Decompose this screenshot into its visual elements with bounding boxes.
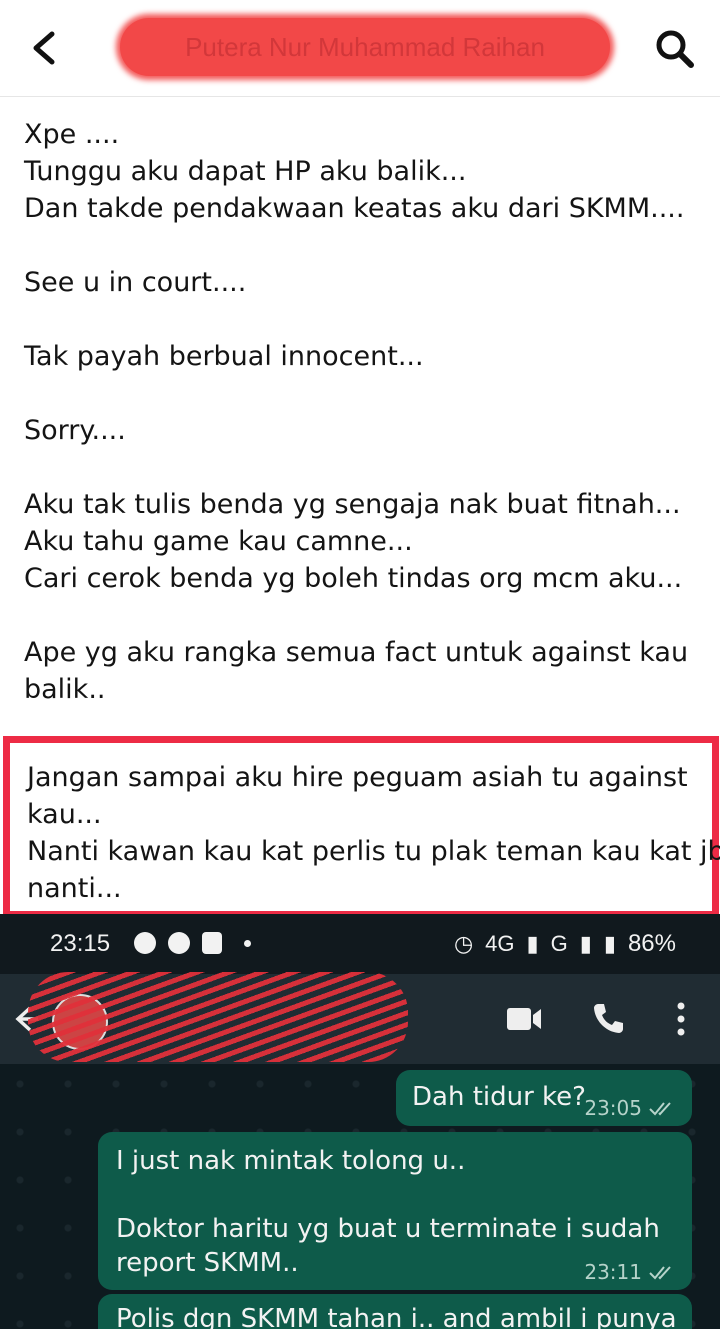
messenger-icon (134, 932, 156, 954)
battery-percent: 86% (627, 930, 676, 957)
message-time: 23:11 (584, 1260, 642, 1284)
post-line: Dan takde pendakwaan keatas aku dari SKM… (24, 193, 685, 224)
post-line: balik.. (24, 674, 106, 705)
post-paragraph: Aku tak tulis benda yg sengaja nak buat … (24, 486, 696, 597)
post-paragraph: See u in court.... (24, 264, 696, 301)
double-check-icon (649, 1266, 671, 1280)
signal-icon: ▮ (526, 931, 539, 956)
message-bubble[interactable]: Polis dgn SKMM tahan i.. and ambil i pun… (98, 1294, 692, 1329)
more-vert-icon[interactable] (674, 1000, 688, 1038)
post-line: Ape yg aku rangka semua fact untuk again… (24, 637, 689, 668)
post-line: Nanti kawan kau kat perlis tu plak teman… (27, 836, 720, 867)
redaction-scribble (28, 972, 408, 1062)
post-line: Aku tahu game kau camne... (24, 526, 413, 557)
post-line: Cari cerok benda yg boleh tindas org mcm… (24, 563, 683, 594)
post-header: Putera Nur Muhammad Raihan (0, 0, 720, 97)
more-dot-icon (244, 939, 251, 947)
status-right: ◷ 4G ▮ G ▮ ▮ 86% (454, 930, 676, 958)
post-line: Sorry.... (24, 415, 126, 446)
post-paragraph: Ape yg aku rangka semua fact untuk again… (24, 634, 696, 708)
status-bar: 23:15 ◷ 4G ▮ G ▮ ▮ 86% (0, 914, 720, 974)
alarm-icon: ◷ (453, 931, 474, 956)
post-line: Jangan sampai aku hire peguam asiah tu a… (27, 762, 688, 793)
status-time: 23:15 (50, 930, 111, 957)
chat-header (0, 972, 720, 1064)
highlight-box: Jangan sampai aku hire peguam asiah tu a… (3, 736, 720, 918)
network-label: 4G (485, 931, 515, 956)
video-call-icon[interactable] (505, 1004, 543, 1034)
double-check-icon (649, 1102, 671, 1116)
message-time: 23:05 (584, 1096, 642, 1120)
message-meta: 23:05 (584, 1096, 676, 1120)
battery-icon: ▮ (603, 931, 616, 956)
message-meta: 23:11 (584, 1260, 676, 1284)
message-bubble[interactable]: I just nak mintak tolong u.. Doktor hari… (98, 1132, 692, 1290)
post-paragraph: Xpe .... Tunggu aku dapat HP aku balik..… (24, 116, 696, 227)
signal2-icon: ▮ (579, 931, 592, 956)
app-icon (202, 932, 222, 954)
chat-icon (168, 932, 190, 954)
message-text: Dah tidur ke? (412, 1082, 586, 1112)
post-paragraph: Sorry.... (24, 412, 696, 449)
post-line: See u in court.... (24, 267, 247, 298)
message-text: Polis dgn SKMM tahan i.. and ambil i pun… (116, 1304, 677, 1329)
post-line: kau... (27, 799, 102, 830)
post-line: Tunggu aku dapat HP aku balik... (24, 156, 467, 187)
post-body: Xpe .... Tunggu aku dapat HP aku balik..… (24, 116, 696, 745)
chevron-left-icon[interactable] (24, 26, 64, 70)
message-bubble[interactable]: Dah tidur ke? 23:05 (396, 1070, 692, 1126)
post-line: Tak payah berbual innocent... (24, 341, 424, 372)
search-icon[interactable] (654, 28, 696, 70)
phone-call-icon[interactable] (590, 1000, 626, 1036)
post-line: nanti... (27, 873, 122, 904)
notification-icons (134, 932, 251, 954)
post-paragraph: Tak payah berbual innocent... (24, 338, 696, 375)
profile-name: Putera Nur Muhammad Raihan (185, 31, 545, 62)
post-line: Xpe .... (24, 119, 120, 150)
highlighted-text: Jangan sampai aku hire peguam asiah tu a… (27, 759, 720, 907)
profile-title: Putera Nur Muhammad Raihan (120, 18, 610, 76)
network2-label: G (550, 931, 568, 956)
post-line: Aku tak tulis benda yg sengaja nak buat … (24, 489, 681, 520)
chat-screenshot: 23:15 ◷ 4G ▮ G ▮ ▮ 86% Dah tidur ke? 23:… (0, 914, 720, 1329)
